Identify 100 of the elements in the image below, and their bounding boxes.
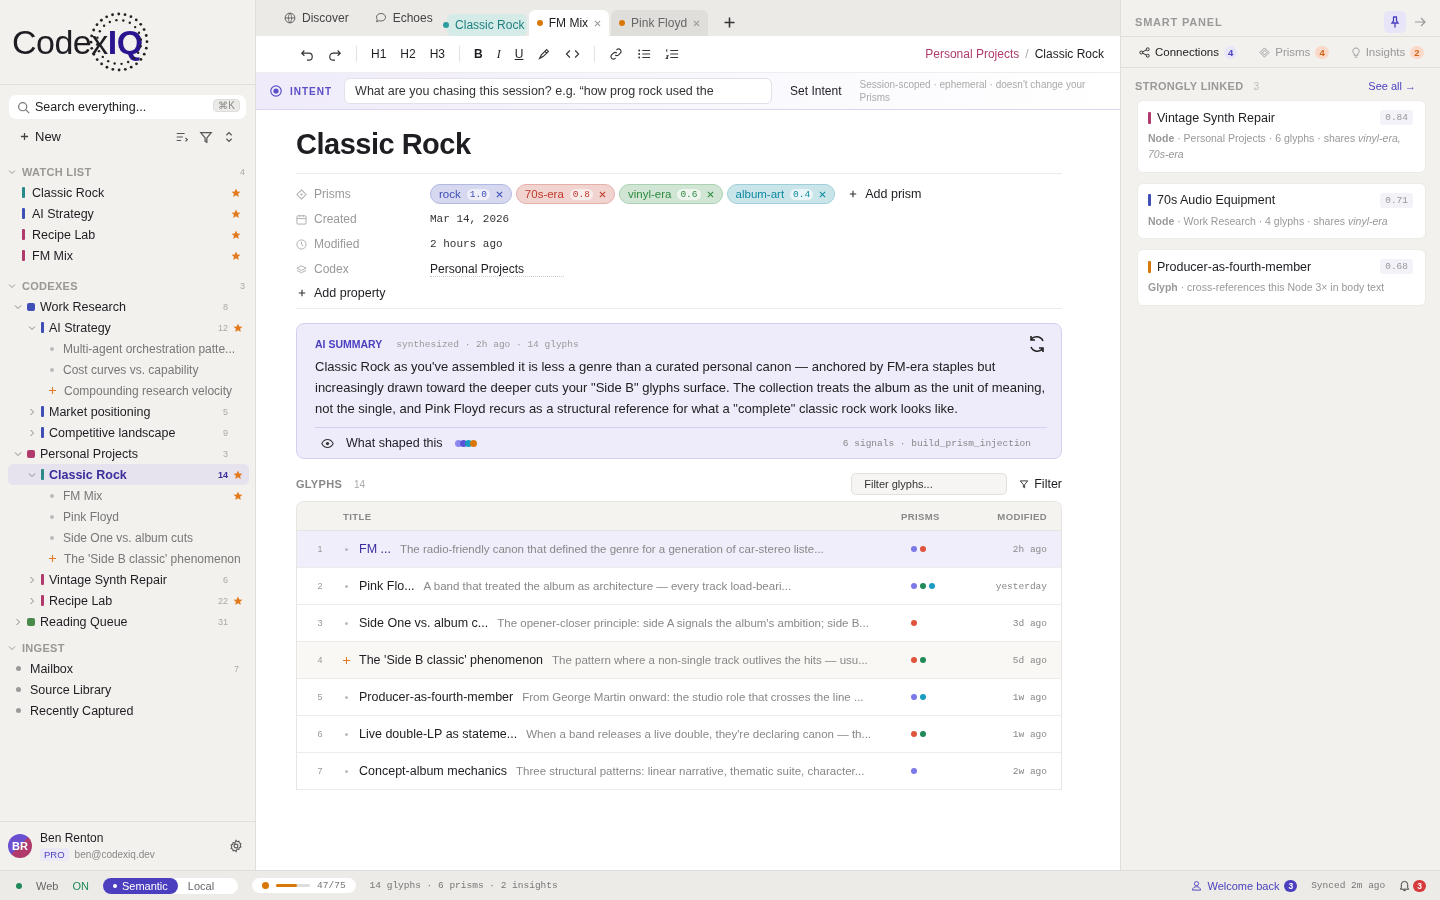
filter-input[interactable]: Filter glyphs... (851, 473, 1008, 495)
table-row[interactable]: 1 FM ... The radio-friendly canon that defined the genre for a generation of car-stereo liste... 2h ago (297, 531, 1061, 568)
chevron-icon[interactable] (28, 428, 36, 437)
chevron-icon[interactable] (8, 644, 16, 652)
tree-item[interactable]: Multi-agent orchestration patte... (8, 338, 249, 359)
tree-item[interactable]: FM Mix (8, 485, 249, 506)
refresh-icon[interactable] (1027, 334, 1047, 354)
format-button[interactable]: B (474, 47, 483, 61)
prism-tag[interactable]: vinyl-era 0.6 (618, 184, 723, 204)
chevron-icon[interactable] (28, 596, 36, 605)
bullet-list-icon[interactable] (637, 47, 652, 61)
undo-icon[interactable] (300, 47, 314, 61)
watch-list-item[interactable]: Classic Rock (8, 182, 249, 203)
chevron-icon[interactable] (14, 449, 22, 458)
heading-button[interactable]: H3 (429, 47, 446, 61)
remove-icon[interactable] (819, 190, 827, 198)
highlighter-icon[interactable] (537, 47, 552, 61)
close-icon[interactable] (594, 19, 602, 27)
intent-input[interactable]: What are you chasing this session? e.g. “how prog rock used the (344, 78, 773, 104)
ingest-item[interactable]: Source Library (8, 679, 249, 700)
set-intent-button[interactable]: Set Intent (780, 84, 852, 98)
star-icon[interactable] (233, 490, 243, 501)
watch-list-item[interactable]: FM Mix (8, 245, 249, 266)
table-row[interactable]: 6 Live double-LP as stateme... When a band releases a live double, they're declaring canon — th... 1w ago (297, 716, 1061, 753)
chevron-icon[interactable] (14, 617, 22, 626)
star-icon[interactable] (233, 469, 243, 480)
table-row[interactable]: 4 The 'Side B classic' phenomenon The pattern where a non-single track outlives the hits — usu... 5d ago (297, 642, 1061, 679)
table-row[interactable]: 2 Pink Flo... A band that treated the album as architecture — every track load-beari... yesterday (297, 568, 1061, 605)
link-icon[interactable] (609, 47, 624, 61)
filter-icon[interactable] (199, 129, 213, 144)
document-tab[interactable]: FM Mix (528, 10, 610, 36)
chevron-icon[interactable] (28, 575, 36, 584)
welcome-button[interactable]: Welcome back 3 (1191, 879, 1298, 892)
star-icon[interactable] (231, 187, 241, 198)
new-button[interactable]: New (20, 129, 61, 144)
tree-item[interactable]: AI Strategy 12 (8, 317, 249, 338)
panel-tab[interactable]: Connections 4 (1139, 45, 1238, 59)
chevron-icon[interactable] (28, 470, 36, 479)
property-value[interactable]: Personal Projects (430, 261, 565, 277)
see-all-link[interactable]: See all → (1368, 80, 1416, 92)
linked-card[interactable]: Vintage Synth Repair 0.84 Node · Personal Projects · 6 glyphs · shares vinyl-era, 70s-era (1137, 100, 1426, 173)
pin-button[interactable] (1384, 11, 1406, 33)
avatar[interactable]: BR (8, 834, 32, 858)
document-tab[interactable]: Pink Floyd (611, 10, 709, 36)
nav-tab[interactable]: Discover (272, 0, 361, 36)
filter-button[interactable]: Filter (1019, 477, 1062, 491)
star-icon[interactable] (231, 250, 241, 261)
star-icon[interactable] (231, 229, 241, 240)
chevron-icon[interactable] (8, 168, 16, 176)
tree-item[interactable]: Personal Projects 3 (8, 443, 249, 464)
tree-item[interactable]: Market positioning 5 (8, 401, 249, 422)
redo-icon[interactable] (328, 47, 342, 61)
tree-item[interactable]: Work Research 8 (8, 296, 249, 317)
tree-item[interactable]: Compounding research velocity (8, 380, 249, 401)
ingest-item[interactable]: Recently Captured (8, 700, 249, 721)
watch-list-item[interactable]: AI Strategy (8, 203, 249, 224)
document-tab[interactable]: Classic Rock (446, 14, 527, 36)
format-button[interactable]: U (514, 47, 524, 61)
table-row[interactable]: 7 Concept-album mechanics Three structural patterns: linear narrative, thematic suite, character... 2w ago (297, 753, 1061, 790)
tree-item[interactable]: Reading Queue 31 (8, 611, 249, 632)
collapse-icon[interactable] (223, 129, 235, 144)
chevron-icon[interactable] (8, 282, 16, 290)
heading-button[interactable]: H2 (400, 47, 416, 61)
chevron-icon[interactable] (28, 323, 36, 332)
watch-list-item[interactable]: Recipe Lab (8, 224, 249, 245)
tree-item[interactable]: Side One vs. album cuts (8, 527, 249, 548)
numbered-list-icon[interactable] (665, 47, 680, 61)
table-row[interactable]: 5 Producer-as-fourth-member From George Martin onward: the studio role that crosses the line ... 1w ago (297, 679, 1061, 716)
remove-icon[interactable] (598, 190, 606, 198)
arrow-right-icon[interactable] (1414, 16, 1426, 28)
prism-tag[interactable]: album-art 0.4 (726, 184, 836, 204)
tree-item[interactable]: Cost curves vs. capability (8, 359, 249, 380)
what-shaped-this-button[interactable]: What shaped this (346, 436, 443, 450)
linked-card[interactable]: Producer-as-fourth-member 0.68 Glyph · cross-references this Node 3× in body text (1137, 249, 1426, 306)
mode-toggle[interactable]: Local (177, 877, 239, 894)
remove-icon[interactable] (706, 190, 714, 198)
add-prism-button[interactable]: Add prism (849, 187, 922, 201)
nav-tab[interactable]: Echoes (362, 0, 445, 36)
remove-icon[interactable] (495, 190, 503, 198)
chevron-icon[interactable] (28, 407, 36, 416)
breadcrumb-link[interactable]: Personal Projects (925, 47, 1020, 61)
heading-button[interactable]: H1 (371, 47, 387, 61)
linked-card[interactable]: 70s Audio Equipment 0.71 Node · Work Research · 4 glyphs · shares vinyl-era (1137, 182, 1426, 240)
add-property-button[interactable]: Add property (298, 286, 386, 300)
prism-tag[interactable]: 70s-era 0.8 (515, 184, 615, 204)
ingest-item[interactable]: Mailbox 7 (8, 658, 249, 679)
prism-tag[interactable]: rock 1.0 (430, 184, 512, 204)
star-icon[interactable] (233, 595, 243, 606)
settings-icon[interactable] (229, 839, 243, 853)
mode-toggle[interactable]: Semantic (102, 877, 178, 894)
format-button[interactable]: I (496, 46, 501, 62)
tree-item[interactable]: Pink Floyd (8, 506, 249, 527)
tree-item[interactable]: Vintage Synth Repair 6 (8, 569, 249, 590)
code-icon[interactable] (565, 47, 581, 61)
close-icon[interactable] (693, 19, 701, 27)
star-icon[interactable] (233, 322, 243, 333)
tree-item[interactable]: Classic Rock 14 (8, 464, 249, 485)
notifications-button[interactable]: 3 (1399, 879, 1426, 892)
tree-item[interactable]: The 'Side B classic' phenomenon (8, 548, 249, 569)
star-icon[interactable] (231, 208, 241, 219)
